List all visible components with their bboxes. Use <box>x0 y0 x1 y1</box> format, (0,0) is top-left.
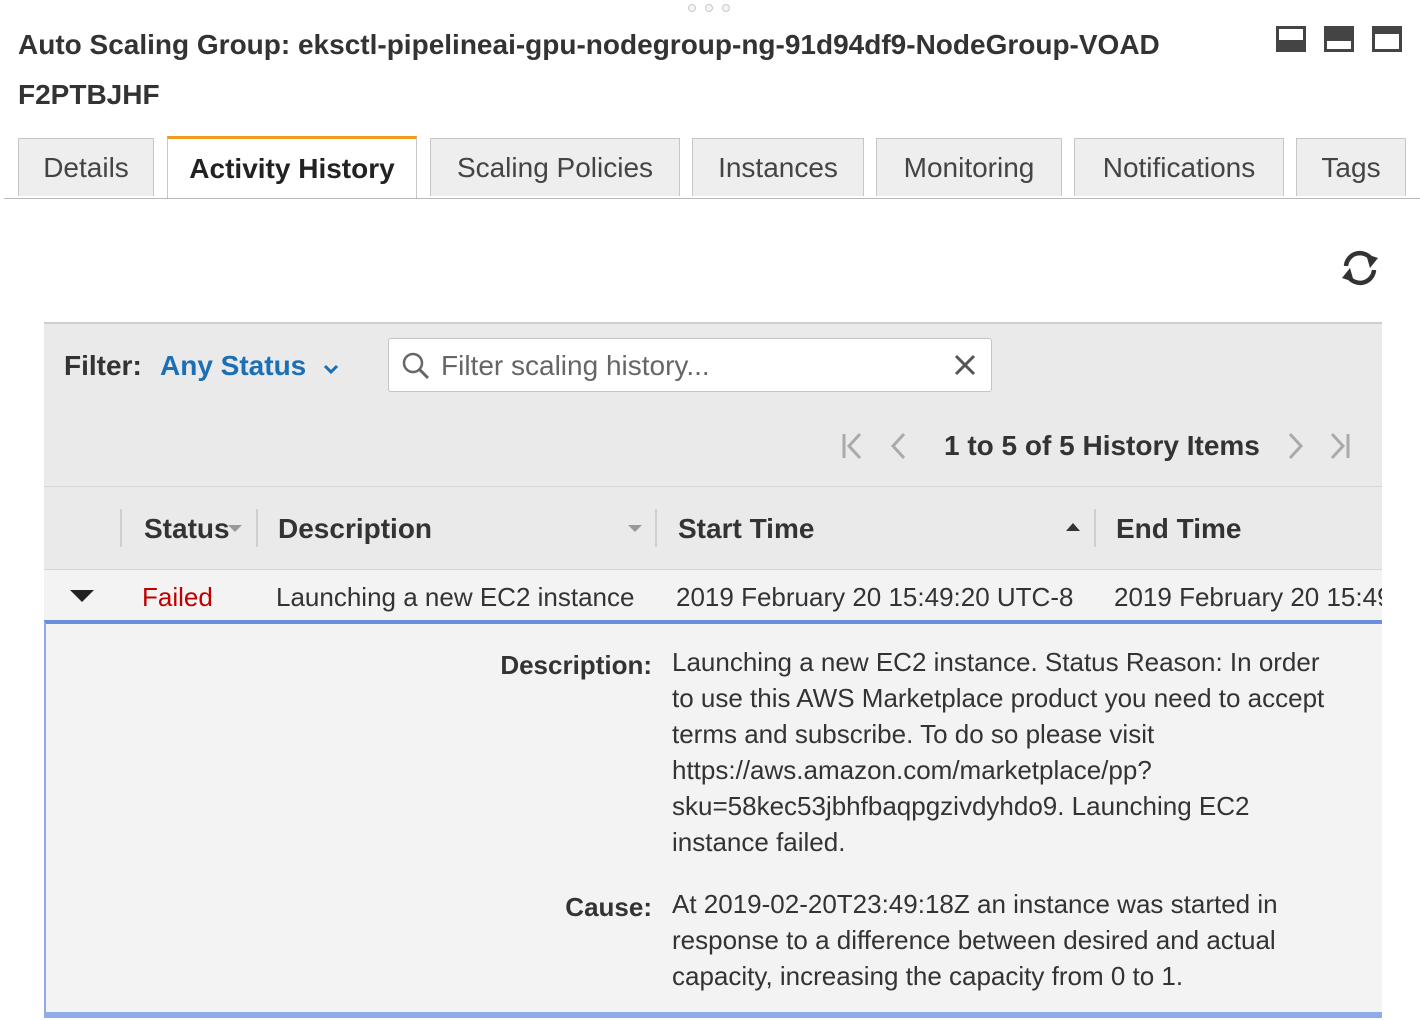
column-header-start-time[interactable]: Start Time <box>678 513 814 545</box>
row-detail-panel: Description: Launching a new EC2 instanc… <box>44 620 1382 1018</box>
column-header-end-time[interactable]: End Time <box>1116 513 1242 545</box>
tab-activity-history[interactable]: Activity History <box>167 136 417 198</box>
next-page-icon[interactable] <box>1286 431 1306 461</box>
row-status: Failed <box>142 582 213 612</box>
column-header-description[interactable]: Description <box>278 513 432 545</box>
column-header-status[interactable]: Status <box>144 513 230 545</box>
table-row[interactable]: Failed Launching a new EC2 instance 2019… <box>44 570 1382 622</box>
description-value: Launching a new EC2 instance. Status Rea… <box>672 647 1325 857</box>
dock-bottom-icon[interactable] <box>1276 26 1306 52</box>
close-icon[interactable] <box>953 353 977 382</box>
panel-controls <box>1276 26 1402 52</box>
row-description: Launching a new EC2 instance <box>276 582 635 612</box>
refresh-button[interactable] <box>1338 246 1382 290</box>
dock-full-icon[interactable] <box>1372 26 1402 52</box>
pagination: 1 to 5 of 5 History Items <box>840 426 1352 466</box>
table-header: Status Description Start Time End Time <box>44 486 1382 570</box>
tab-details[interactable]: Details <box>18 138 154 196</box>
column-divider <box>256 509 258 547</box>
dock-middle-icon[interactable] <box>1324 26 1354 52</box>
tab-monitoring[interactable]: Monitoring <box>876 138 1062 196</box>
refresh-icon <box>1342 250 1378 286</box>
page-title: Auto Scaling Group: eksctl-pipelineai-gp… <box>18 29 1160 110</box>
sort-asc-icon[interactable] <box>1066 523 1080 531</box>
last-page-icon[interactable] <box>1326 431 1352 461</box>
column-divider <box>1094 509 1096 547</box>
chevron-down-icon <box>322 350 340 382</box>
cause-value: At 2019-02-20T23:49:18Z an instance was … <box>672 889 1278 991</box>
pagination-text: 1 to 5 of 5 History Items <box>944 430 1260 461</box>
column-divider <box>655 509 657 547</box>
column-divider <box>120 509 122 547</box>
row-end-time: 2019 February 20 15:49:20 UTC-8 <box>1114 582 1382 612</box>
tab-notifications[interactable]: Notifications <box>1074 138 1284 196</box>
row-start-time: 2019 February 20 15:49:20 UTC-8 <box>676 582 1074 612</box>
drag-handle-icon[interactable] <box>688 4 730 12</box>
status-filter-dropdown[interactable]: Any Status <box>160 350 340 382</box>
prev-page-icon[interactable] <box>888 431 908 461</box>
sort-desc-icon[interactable] <box>228 525 242 532</box>
search-input[interactable] <box>439 347 933 385</box>
tab-tags[interactable]: Tags <box>1296 138 1406 196</box>
filter-bar: Filter: Any Status 1 to 5 of 5 History I… <box>44 322 1382 488</box>
status-filter-value: Any Status <box>160 350 307 381</box>
description-label: Description: <box>500 650 652 680</box>
expand-arrow-icon[interactable] <box>70 590 94 602</box>
tab-scaling-policies[interactable]: Scaling Policies <box>430 138 680 196</box>
first-page-icon[interactable] <box>840 431 866 461</box>
sort-desc-icon[interactable] <box>628 525 642 532</box>
filter-label: Filter: <box>64 350 142 381</box>
tab-instances[interactable]: Instances <box>692 138 864 196</box>
search-box <box>388 338 992 392</box>
search-icon <box>401 351 431 386</box>
cause-label: Cause: <box>565 892 652 922</box>
tab-bar: Details Activity History Scaling Policie… <box>4 136 1420 199</box>
